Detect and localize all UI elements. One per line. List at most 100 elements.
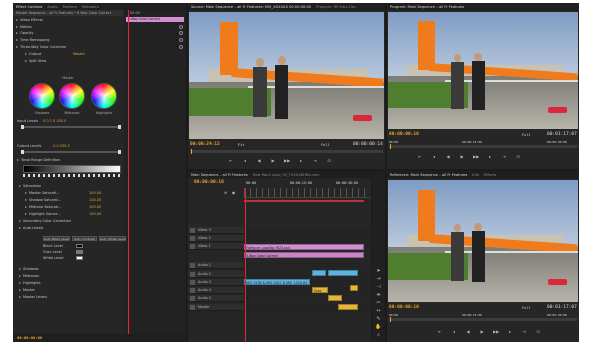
- highlights-wheel[interactable]: [91, 83, 117, 109]
- black-level-swatch[interactable]: [76, 244, 83, 248]
- tab-new-work-logo[interactable]: New Work Logo_00_TXVXX8H64.mov: [253, 173, 320, 177]
- reset-icon[interactable]: [179, 45, 183, 49]
- output-levels-values[interactable]: 0.0 255.0: [53, 143, 70, 149]
- rolling-edit-tool-icon[interactable]: ⇼: [375, 292, 382, 299]
- ripple-edit-tool-icon[interactable]: ⊣: [375, 284, 382, 291]
- shadows-wheel[interactable]: [29, 83, 55, 109]
- tab-markers[interactable]: Markers: [63, 5, 77, 9]
- reference-playhead[interactable]: [390, 317, 391, 322]
- expand-triangle-icon[interactable]: [25, 206, 27, 208]
- effect-row-value[interactable]: 100.00: [89, 204, 101, 210]
- tab-metadata[interactable]: Metadata: [82, 5, 99, 9]
- tonal-range-gradient[interactable]: [23, 165, 121, 173]
- track-toggle-icon[interactable]: [190, 280, 195, 285]
- expand-triangle-icon[interactable]: [19, 296, 21, 298]
- track-header[interactable]: Audio 5: [188, 295, 371, 302]
- expand-triangle-icon[interactable]: [25, 53, 27, 55]
- v3-clip[interactable]: FixMovie_LogoTag_HD3.psd: [244, 244, 364, 250]
- expand-triangle-icon[interactable]: [16, 19, 18, 21]
- expand-triangle-icon[interactable]: [19, 289, 21, 291]
- saturation-row[interactable]: Saturation: [13, 183, 186, 189]
- effect-row[interactable]: Opacity: [13, 30, 186, 36]
- work-area-bar[interactable]: [244, 200, 364, 202]
- correction-row[interactable]: Shadows: [13, 266, 186, 272]
- effect-row-value[interactable]: 100.00: [89, 190, 101, 196]
- effect-row[interactable]: Time Remapping: [13, 37, 186, 43]
- tab-program-intro[interactable]: Program: Rif Intro Dev: [316, 5, 356, 9]
- audio-clip-b[interactable]: [350, 285, 358, 291]
- reset-icon[interactable]: [179, 38, 183, 42]
- correction-row[interactable]: Master Levels: [13, 294, 186, 300]
- reset-icon[interactable]: [179, 25, 183, 29]
- audio-clip-gray[interactable]: Grey: [312, 287, 328, 293]
- reference-scrub-bar[interactable]: [389, 318, 577, 321]
- audio-clip-c[interactable]: [338, 304, 358, 310]
- audio-clip-a[interactable]: [328, 295, 342, 301]
- correction-row[interactable]: Master: [13, 287, 186, 293]
- expand-triangle-icon[interactable]: [25, 213, 27, 215]
- fast-forward-icon[interactable]: ▶▶: [284, 158, 290, 163]
- expand-triangle-icon[interactable]: [19, 227, 21, 229]
- saturation-row[interactable]: Highlight Satura... 100.00: [13, 211, 186, 217]
- expand-triangle-icon[interactable]: [25, 60, 27, 62]
- saturation-row[interactable]: Secondary Color Correction: [13, 218, 186, 224]
- saturation-row[interactable]: Shadow Saturati... 100.00: [13, 197, 186, 203]
- zoom-tool-icon[interactable]: ⌕: [375, 332, 382, 339]
- effect-row[interactable]: Video Effects: [13, 17, 186, 23]
- input-levels-values[interactable]: 0.0 1.0 255.0: [43, 118, 66, 124]
- export-frame-icon[interactable]: ⊡: [515, 154, 521, 159]
- reference-timecode[interactable]: 00:00:00:10: [389, 305, 419, 310]
- play-icon[interactable]: ▶: [479, 329, 485, 334]
- expand-triangle-icon[interactable]: [25, 199, 27, 201]
- saturation-row[interactable]: Master Saturati... 100.00: [13, 190, 186, 196]
- correction-row[interactable]: Midtones: [13, 273, 186, 279]
- v2-clip[interactable]: 3-Way Color Correct: [244, 252, 364, 258]
- go-to-out-icon[interactable]: ⇥: [521, 329, 527, 334]
- expand-triangle-icon[interactable]: [16, 39, 18, 41]
- expand-triangle-icon[interactable]: [16, 26, 18, 28]
- rewind-icon[interactable]: ◀: [445, 154, 451, 159]
- output-select[interactable]: Master: [73, 51, 85, 57]
- selection-tool-icon[interactable]: ➤: [375, 268, 382, 275]
- track-toggle-icon[interactable]: [190, 228, 195, 233]
- track-lane[interactable]: [244, 227, 371, 234]
- tonal-range-row[interactable]: Tonal Range Definition: [13, 157, 186, 163]
- source-full-select[interactable]: Full: [321, 143, 330, 147]
- step-back-icon[interactable]: ◂: [431, 154, 437, 159]
- step-back-icon[interactable]: ◂: [451, 329, 457, 334]
- track-header[interactable]: Audio 4: [188, 287, 371, 294]
- track-lane[interactable]: [244, 235, 371, 242]
- slip-tool-icon[interactable]: ↔: [375, 308, 382, 315]
- input-black-knob[interactable]: [21, 125, 24, 129]
- step-forward-icon[interactable]: ▸: [298, 158, 304, 163]
- timeline-ruler[interactable]: [244, 188, 370, 198]
- v1-clip-main[interactable]: MVI_0138 & MVI_0327 & MVI_1518 #1: [244, 279, 310, 285]
- track-toggle-icon[interactable]: [190, 305, 195, 310]
- expand-triangle-icon[interactable]: [25, 192, 27, 194]
- expand-triangle-icon[interactable]: [19, 275, 21, 277]
- source-fit-select[interactable]: Fit: [238, 143, 245, 147]
- fast-forward-icon[interactable]: ▶▶: [473, 154, 479, 159]
- expand-triangle-icon[interactable]: [19, 268, 21, 270]
- timeline-playhead[interactable]: [245, 188, 246, 342]
- effect-row-value[interactable]: 100.00: [89, 211, 101, 217]
- source-scrub-bar[interactable]: [190, 150, 383, 153]
- timeline-timecode[interactable]: 00:00:00:10: [194, 180, 224, 185]
- hand-tool-icon[interactable]: ✋: [375, 324, 382, 331]
- go-to-out-icon[interactable]: ⇥: [501, 154, 507, 159]
- expand-triangle-icon[interactable]: [19, 220, 21, 222]
- tab-audio[interactable]: Audio: [47, 5, 57, 9]
- expand-triangle-icon[interactable]: [19, 185, 21, 187]
- track-toggle-icon[interactable]: [190, 272, 195, 277]
- v1-clip-b[interactable]: [312, 270, 326, 276]
- output-black-knob[interactable]: [21, 150, 24, 154]
- auto-black-level-button[interactable]: Auto Black Level: [43, 236, 70, 241]
- effect-footer-timecode[interactable]: 00:00:00:00: [17, 335, 42, 340]
- play-icon[interactable]: ▶: [270, 158, 276, 163]
- effect-row[interactable]: Output Master: [13, 51, 186, 57]
- marker-icon[interactable]: ◆: [232, 190, 235, 195]
- saturation-row[interactable]: Auto Levels: [13, 225, 186, 231]
- go-to-in-icon[interactable]: ⇤: [437, 329, 443, 334]
- rewind-icon[interactable]: ◀: [465, 329, 471, 334]
- track-lane[interactable]: [244, 262, 371, 269]
